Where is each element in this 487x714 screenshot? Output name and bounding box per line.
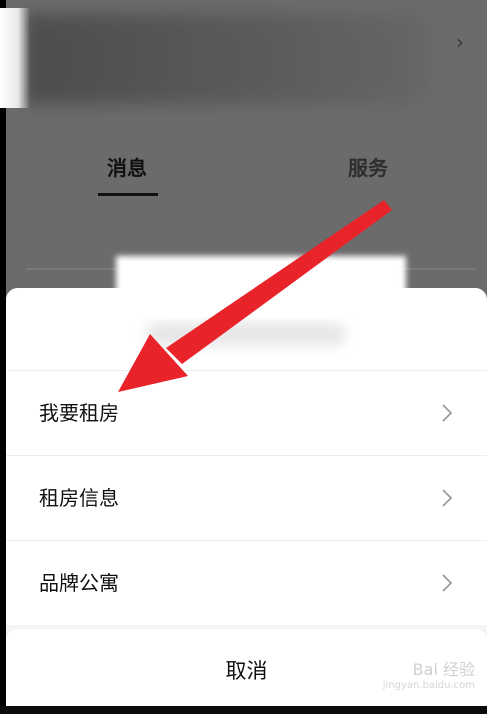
dimmed-background-app: › 消息 服务 (6, 0, 487, 300)
watermark-domain: jingyan.baidu.com (382, 680, 475, 691)
chevron-right-icon (437, 573, 457, 593)
menu-item-label: 品牌公寓 (39, 571, 119, 595)
phone-screen: › 消息 服务 我要租房 租房信息 品牌公寓 取消 (6, 0, 487, 714)
blurred-sheet-title (146, 322, 346, 346)
bottom-action-sheet: 我要租房 租房信息 品牌公寓 取消 (6, 288, 487, 714)
watermark-text: Bai 经验 (412, 660, 475, 679)
menu-item-rent-house[interactable]: 我要租房 (6, 370, 487, 455)
blurred-header-area (26, 14, 426, 104)
menu-item-label: 租房信息 (39, 486, 119, 510)
tab-messages[interactable]: 消息 (107, 150, 147, 186)
left-edge-blur (0, 8, 30, 108)
menu-item-brand-apartment[interactable]: 品牌公寓 (6, 540, 487, 625)
chevron-right-icon (437, 403, 457, 423)
menu-item-label: 我要租房 (39, 401, 119, 425)
background-tabs: 消息 服务 (6, 150, 487, 200)
menu-item-rental-info[interactable]: 租房信息 (6, 455, 487, 540)
sheet-top-blur-patch (116, 256, 406, 318)
action-menu: 我要租房 租房信息 品牌公寓 (6, 370, 487, 625)
tab-services[interactable]: 服务 (348, 150, 388, 186)
baidu-watermark: Bai 经验 jingyan.baidu.com (365, 662, 475, 696)
chevron-right-icon (437, 488, 457, 508)
active-tab-indicator (98, 193, 158, 196)
chevron-right-icon: › (456, 30, 464, 54)
bottom-bezel (0, 706, 487, 714)
